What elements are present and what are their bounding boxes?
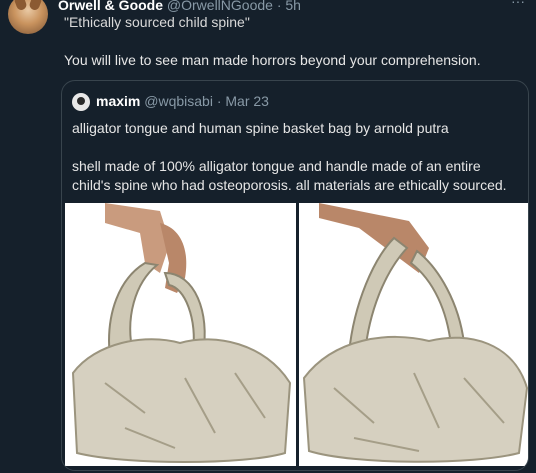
tweet-header: Orwell & Goode @OrwellNGoode · 5h (58, 0, 301, 13)
avatar-ear (14, 0, 28, 12)
quote-text-line2: shell made of 100% alligator tongue and … (72, 158, 507, 193)
quote-author-name[interactable]: maxim (96, 93, 140, 109)
quote-photo-right[interactable] (299, 203, 528, 466)
author-avatar[interactable] (8, 0, 48, 34)
tweet-quoted-line: "Ethically sourced child spine" (64, 14, 250, 30)
quote-text-line1: alligator tongue and human spine basket … (72, 120, 449, 136)
quote-author-handle: @wqbisabi · Mar 23 (144, 93, 269, 109)
tweet-body: You will live to see man made horrors be… (64, 52, 481, 68)
quote-photo-left[interactable] (65, 203, 296, 466)
bag-photo-right (299, 203, 528, 466)
quote-author-avatar[interactable] (72, 93, 90, 111)
more-icon[interactable]: ··· (508, 0, 528, 10)
author-handle[interactable]: @OrwellNGoode · 5h (167, 0, 301, 13)
avatar-ear (28, 0, 42, 12)
author-name[interactable]: Orwell & Goode (58, 0, 163, 13)
quoted-tweet-card[interactable]: maxim @wqbisabi · Mar 23 alligator tongu… (61, 80, 529, 471)
bag-photo-left (65, 203, 296, 466)
quote-header: maxim @wqbisabi · Mar 23 (96, 93, 269, 109)
